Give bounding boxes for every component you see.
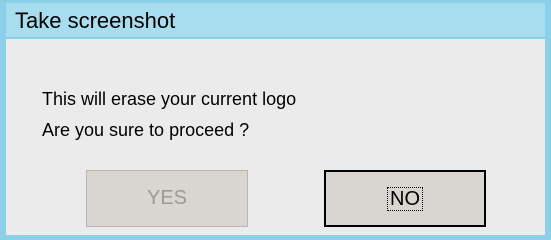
no-button-label: NO xyxy=(387,186,423,211)
yes-button[interactable]: YES xyxy=(86,170,248,227)
no-button[interactable]: NO xyxy=(324,170,486,227)
yes-button-label: YES xyxy=(146,187,188,209)
message-line-2: Are you sure to proceed ? xyxy=(42,120,250,140)
title-bar[interactable]: Take screenshot xyxy=(6,3,545,39)
confirm-dialog: Take screenshot This will erase your cur… xyxy=(0,0,551,240)
message-line-1: This will erase your current logo xyxy=(42,89,297,109)
dialog-title: Take screenshot xyxy=(15,8,176,33)
